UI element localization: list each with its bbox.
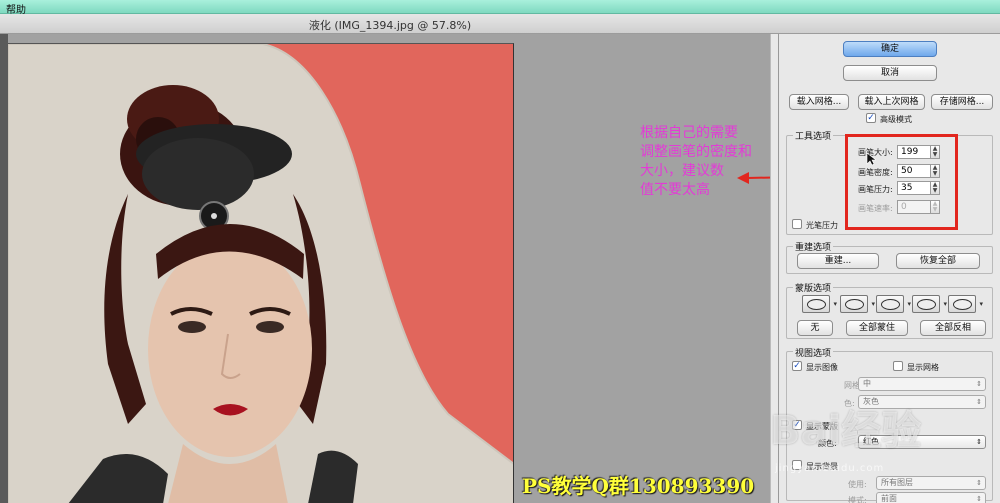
mask-all-button[interactable]: 全部蒙住 [846,320,908,336]
mesh-size-select[interactable]: 中 ⇕ [858,377,986,391]
mode-select[interactable]: 前面 ⇕ [876,492,986,503]
show-image-label: 显示图像 [806,363,838,372]
show-mesh-label: 显示网格 [907,363,939,372]
load-mesh-button[interactable]: 载入网格... [789,94,849,110]
mask-invert-icon[interactable]: ▾ [948,295,983,313]
window-titlebar: 液化 (IMG_1394.jpg @ 57.8%) [0,14,1000,34]
restore-all-button[interactable]: 恢复全部 [896,253,980,269]
mask-intersect-icon[interactable]: ▾ [912,295,947,313]
show-mesh-checkbox[interactable] [893,361,903,371]
mask-replace-icon[interactable]: ▾ [802,295,837,313]
menu-bar: 帮助 [0,0,1000,16]
qq-group-watermark: PS教学Q群130893390 [522,474,755,498]
use-label: 使用: [848,480,867,489]
baidu-url-watermark: jingyan.baidu.com [775,463,885,474]
annotation-text: 根据自己的需要 调整画笔的密度和 大小，建议数 值不要太高 [640,124,790,200]
use-select[interactable]: 所有图层 ⇕ [876,476,986,490]
ok-button[interactable]: 确定 [843,41,937,57]
photo-preview[interactable] [8,43,514,503]
annotation-line-2: 调整画笔的密度和 [640,144,752,160]
left-edge [0,34,8,503]
reconstruct-options-title: 重建选项 [793,240,834,253]
mask-color-caret-icon: ⇕ [976,438,982,446]
annotation-line-1: 根据自己的需要 [640,125,738,141]
advanced-mode-checkbox[interactable]: ✓ [866,113,876,123]
reconstruct-button[interactable]: 重建... [797,253,879,269]
mode-value: 前面 [881,494,897,503]
invert-all-button[interactable]: 全部反相 [920,320,986,336]
view-options-title: 视图选项 [793,346,834,359]
stylus-pressure-label: 光笔压力 [806,221,838,230]
advanced-mode-label: 高级模式 [880,115,912,124]
mode-label: 模式: [848,496,867,503]
stylus-pressure-checkbox[interactable] [792,219,802,229]
use-caret-icon: ⇕ [976,479,982,487]
baidu-watermark: Bai经验 [770,408,922,454]
mask-add-icon[interactable]: ▾ [840,295,875,313]
use-value: 所有图层 [881,478,913,487]
cancel-button[interactable]: 取消 [843,65,937,81]
save-mesh-button[interactable]: 存储网格... [931,94,993,110]
highlight-box [845,134,958,230]
window-title: 液化 (IMG_1394.jpg @ 57.8%) [308,19,472,32]
tool-options-title: 工具选项 [793,129,834,142]
show-image-checkbox[interactable]: ✓ [792,361,802,371]
mesh-size-value: 中 [863,379,871,388]
load-last-mesh-button[interactable]: 载入上次网格 [858,94,925,110]
mesh-color-caret-icon: ⇕ [976,398,982,406]
mask-subtract-icon[interactable]: ▾ [876,295,911,313]
mask-none-button[interactable]: 无 [797,320,833,336]
mask-options-title: 蒙版选项 [793,281,834,294]
mesh-size-caret-icon: ⇕ [976,380,982,388]
mode-caret-icon: ⇕ [976,495,982,503]
